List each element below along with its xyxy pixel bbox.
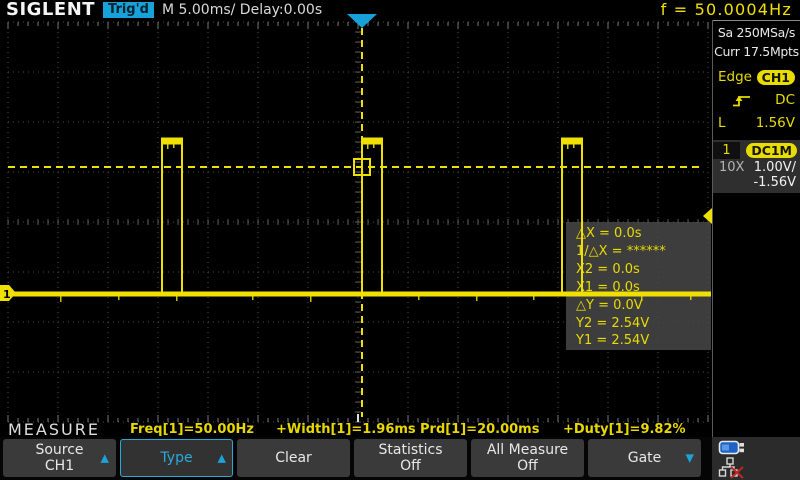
up-arrow-icon [218, 453, 226, 464]
up-arrow-icon [101, 453, 109, 464]
cursor-readout-line: 1/△X = ****** [576, 243, 711, 261]
measure-bar: MEASURE Freq[1]=50.00Hz +Width[1]=1.96ms… [0, 419, 800, 437]
menu-button-sublabel: CH1 [45, 458, 74, 475]
menu-button-label: Type [160, 450, 192, 467]
menu-button-label: Gate [628, 450, 662, 467]
cursor-readout-line: X2 = 0.0s [576, 261, 711, 279]
volts-per-div: 1.00V/ [754, 160, 796, 175]
menu-button-all-measure[interactable]: All Measure Off [471, 439, 584, 477]
sidebar: Sa 250MSa/s Curr 17.5Mpts Edge CH1 DC L … [712, 20, 800, 437]
svg-text:1: 1 [3, 288, 11, 301]
menu-button-label: All Measure [487, 442, 568, 459]
menu-button-label: Clear [275, 450, 312, 467]
probe-attenuation: 10X [719, 160, 744, 175]
trigger-source-badge: CH1 [757, 70, 795, 85]
lan-disconnected-icon [718, 457, 748, 479]
cursor-readout-line: Y2 = 2.54V [576, 315, 711, 333]
trigger-coupling: DC [775, 92, 795, 108]
channel-offset: -1.56V [753, 175, 796, 190]
brand-logo: SIGLENT [6, 0, 95, 20]
menu-button-type[interactable]: Type [120, 439, 233, 477]
cursor-readout-line: X1 = 0.0s [576, 279, 711, 297]
cursor-readout-panel: △X = 0.0s 1/△X = ****** X2 = 0.0s X1 = 0… [566, 222, 711, 350]
measurement-pduty: +Duty[1]=9.82% [563, 422, 686, 437]
channel-coupling-badge: DC1M [746, 143, 797, 158]
cursor-readout-line: Y1 = 2.54V [576, 332, 711, 350]
menu-button-label: Statistics [379, 442, 443, 459]
menu-button-gate[interactable]: Gate [588, 439, 701, 477]
memory-depth: Curr 17.5Mpts [713, 42, 800, 61]
channel-number: 1 [713, 142, 740, 159]
measurement-period: Prd[1]=20.00ms [420, 422, 539, 437]
frequency-counter: f = 50.0004Hz [661, 2, 792, 18]
oscilloscope-screen: SIGLENT Trig'd M 5.00ms/ Delay:0.00s f =… [0, 0, 800, 480]
menu-button-label: Source [35, 442, 83, 459]
timebase-readout: M 5.00ms/ Delay:0.00s [162, 2, 322, 18]
menu-button-source[interactable]: Source CH1 [3, 439, 116, 477]
trigger-level-label: L [718, 115, 726, 131]
rising-edge-icon [732, 93, 752, 108]
menu-button-sublabel: Off [517, 458, 538, 475]
down-arrow-icon [686, 453, 694, 464]
cursor-readout-line: △Y = 0.0V [576, 297, 711, 315]
trigger-panel: Edge CH1 DC L 1.56V [713, 66, 800, 134]
cursor-readout-line: △X = 0.0s [576, 225, 711, 243]
trigger-status-badge: Trig'd [103, 2, 154, 18]
status-icons-panel [712, 437, 800, 480]
soft-menu-bar: Source CH1 Type Clear Statistics Off All… [0, 437, 800, 480]
acquisition-panel: Sa 250MSa/s Curr 17.5Mpts [713, 20, 800, 61]
menu-button-clear[interactable]: Clear [237, 439, 350, 477]
trigger-mode: Edge [718, 69, 752, 85]
menu-button-sublabel: Off [400, 458, 421, 475]
usb-icon [718, 439, 746, 457]
header-bar: SIGLENT Trig'd M 5.00ms/ Delay:0.00s f =… [0, 0, 800, 20]
measurement-freq: Freq[1]=50.00Hz [130, 422, 254, 437]
measurement-pwidth: +Width[1]=1.96ms [276, 422, 416, 437]
channel-info-panel: 1 DC1M 10X 1.00V/ -1.56V [713, 140, 800, 193]
sample-rate: Sa 250MSa/s [713, 23, 800, 42]
menu-button-statistics[interactable]: Statistics Off [354, 439, 467, 477]
trigger-level-value: 1.56V [756, 115, 795, 131]
